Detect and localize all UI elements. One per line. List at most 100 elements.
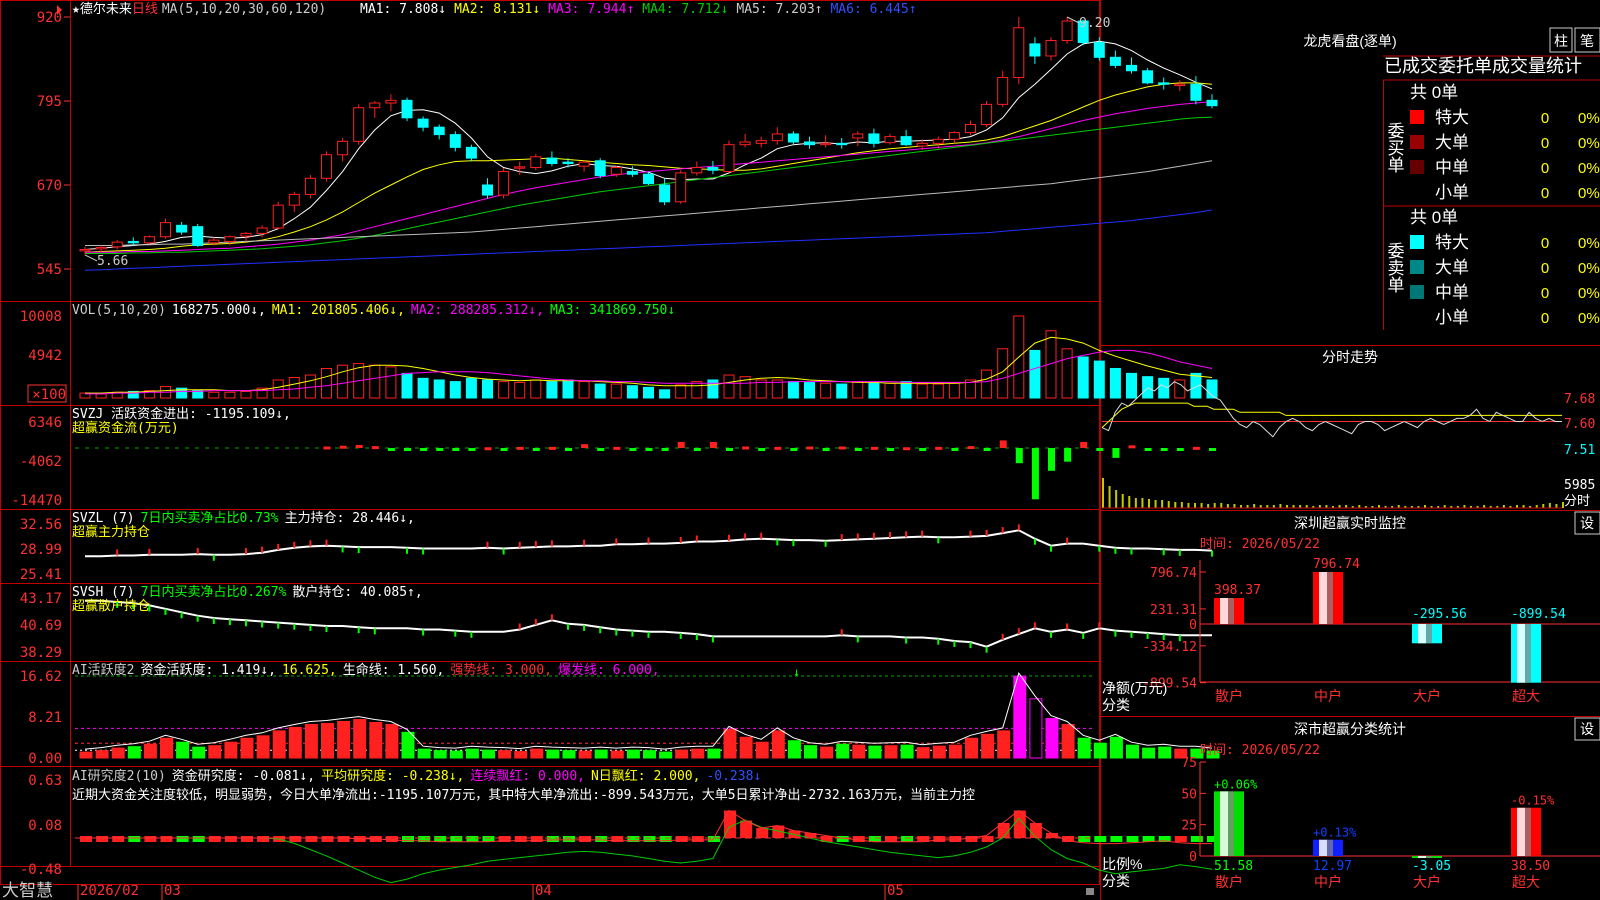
bar-shade (1426, 856, 1432, 858)
research-bar (1078, 836, 1091, 842)
volume-bar (594, 383, 606, 399)
research-bar (1094, 836, 1107, 842)
sell-orders-label: 委卖单 (1385, 242, 1405, 293)
candle-body (385, 99, 397, 104)
activity-bar (1093, 742, 1107, 759)
svzl-line-tick (406, 547, 408, 554)
lock-icon[interactable] (1086, 888, 1094, 895)
candle-body (1093, 42, 1105, 58)
volume-bar (1077, 356, 1089, 399)
volume-bar (1142, 376, 1154, 399)
activity-bar (111, 747, 125, 759)
research-bar (112, 836, 125, 842)
svzl-line-tick (792, 540, 795, 547)
candle-body (127, 240, 139, 244)
category-label: 超大 (1512, 688, 1540, 704)
activity-bar (1126, 744, 1139, 759)
svsh-line-tick (856, 636, 859, 643)
candle-body (820, 142, 832, 146)
svzl-line-tick (840, 534, 843, 541)
activity-bar (643, 750, 656, 759)
svzl-line-tick (341, 546, 344, 553)
svsh-line-tick (583, 624, 586, 631)
svsh-line-tick (599, 627, 602, 634)
svzl-line-tick (196, 548, 199, 555)
svzj-bar (613, 446, 621, 450)
volume-bar (707, 379, 719, 399)
order-type: 大单 (1435, 133, 1469, 152)
activity-bar (160, 737, 173, 759)
intraday-vol-bar (1167, 501, 1170, 508)
activity-bar (482, 749, 495, 759)
date-label: 03 (164, 883, 181, 899)
activity-bar (1158, 746, 1172, 759)
svzl-line-tick (357, 547, 360, 554)
svzl-line-tick (245, 548, 247, 555)
candle-body (755, 140, 767, 144)
svzj-bar (1048, 448, 1055, 471)
bar-shade (1228, 598, 1234, 624)
svsh-line-tick (373, 628, 376, 635)
svzl-line-tick (277, 543, 280, 550)
candle-body (1013, 27, 1025, 78)
volume-bar (1158, 377, 1170, 399)
svzj-bar (790, 448, 798, 451)
order-count: 0 (1541, 185, 1549, 202)
research-bar (563, 836, 575, 842)
svg-text:设: 设 (1580, 721, 1594, 737)
svg-text:25.41: 25.41 (20, 567, 62, 583)
research-bar (756, 828, 769, 838)
order-color-swatch (1410, 110, 1424, 124)
activity-bar (1045, 718, 1059, 759)
research-bar (289, 836, 302, 842)
activity-bar (176, 741, 190, 759)
candle-body (916, 142, 928, 147)
category-bar (1214, 598, 1244, 624)
volume-bar (240, 390, 252, 399)
svzj-bar (1031, 448, 1039, 500)
candle-body (369, 102, 381, 109)
svzl-line-tick (985, 529, 988, 536)
research-bar (691, 836, 704, 842)
activity-bar (626, 749, 640, 759)
svsh-line-tick (293, 623, 296, 630)
activity-bar (288, 726, 302, 759)
research-bar (305, 836, 318, 842)
activity-bar (675, 749, 689, 759)
svzl-line-tick (615, 538, 618, 545)
svzj-bar (1112, 448, 1120, 458)
svsh-line-tick (567, 623, 569, 630)
activity-bar (401, 731, 415, 759)
order-type: 特大 (1435, 233, 1469, 252)
bar-value-label: 38.50 (1511, 859, 1550, 874)
intraday-vol-bar (1134, 498, 1137, 508)
svsh-line-tick (1082, 632, 1085, 639)
svsh-line-tick (261, 621, 264, 628)
svg-text:38.29: 38.29 (20, 645, 62, 661)
volume-bar (643, 386, 654, 399)
order-type: 特大 (1435, 108, 1469, 127)
category-label: 大户 (1413, 688, 1441, 704)
candle-body (1190, 83, 1202, 101)
research-bar (241, 836, 253, 842)
svsh-line-tick (277, 622, 280, 629)
volume-bar (465, 377, 477, 399)
svzl-line-tick (856, 533, 859, 540)
svzj-bar (420, 448, 428, 451)
candle-body (965, 124, 976, 134)
bar-shade (1525, 624, 1531, 683)
order-pct: 0% (1578, 160, 1600, 177)
svzj-bar (919, 448, 927, 451)
svg-text:-14470: -14470 (11, 493, 62, 509)
activity-bar (353, 719, 367, 759)
research-bar (546, 836, 559, 842)
volume-bar (610, 383, 622, 399)
svsh-line-tick (228, 619, 231, 626)
candle-body (111, 241, 123, 248)
intraday-title: 分时走势 (1322, 349, 1378, 365)
research-bar (160, 836, 173, 842)
stock-name[interactable]: ★德尔未来日线 MA(5,10,20,30,60,120) (72, 2, 326, 17)
research-bar (192, 836, 205, 842)
volume-bar (1061, 348, 1073, 399)
candle-body (1045, 40, 1057, 57)
